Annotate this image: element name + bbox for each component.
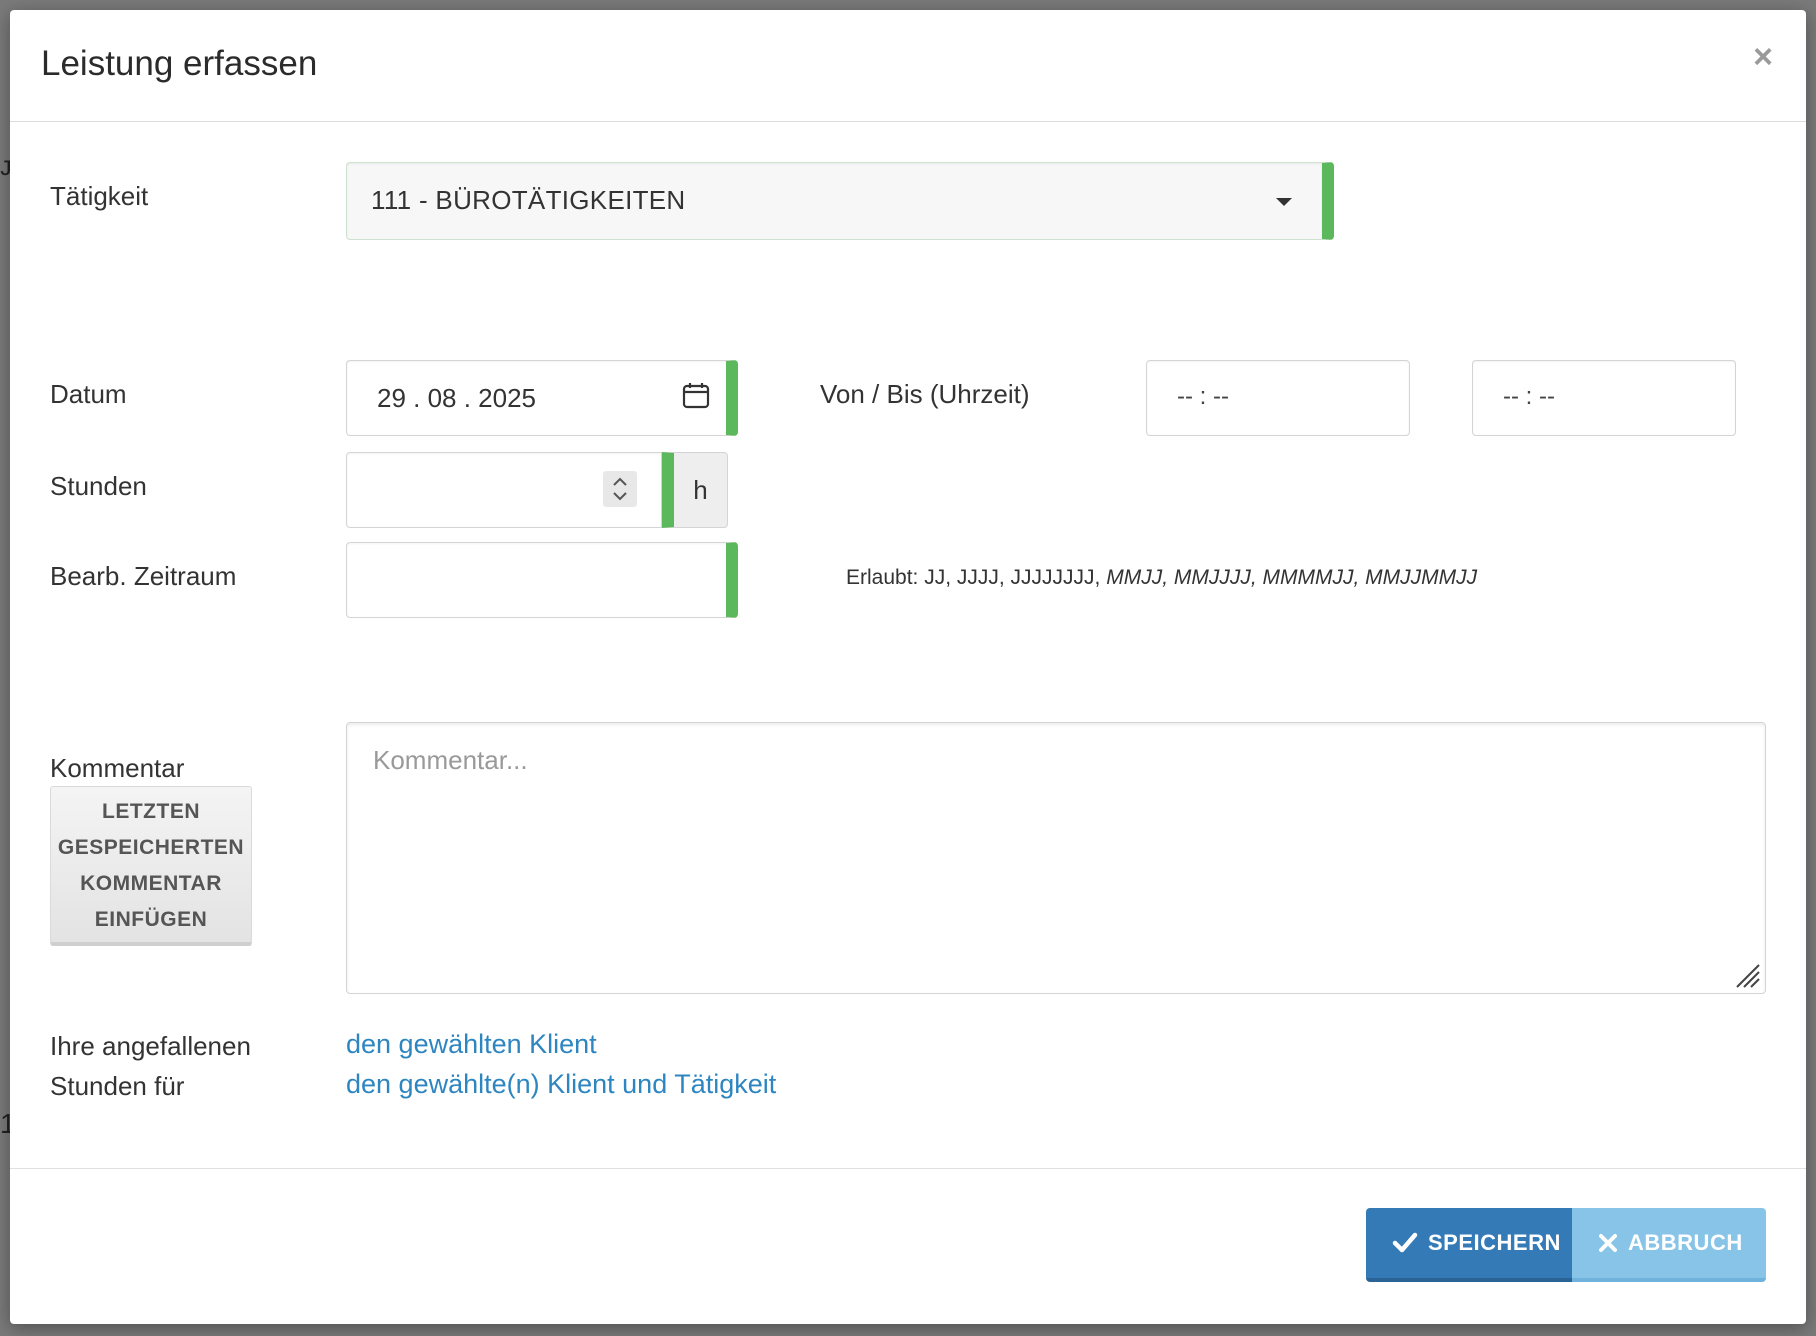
close-button[interactable]: × [1746,40,1780,74]
link-client-activity-hours[interactable]: den gewählte(n) Klient und Tätigkeit [346,1069,776,1100]
insert-last-comment-button[interactable]: LETZTEN GESPEICHERTEN KOMMENTAR EINFÜGEN [50,786,252,946]
resize-grip-icon[interactable] [1735,963,1761,989]
insert-button-line: LETZTEN [102,800,200,823]
hours-label-line1: Ihre angefallenen [50,1031,251,1061]
kommentar-label: Kommentar [50,753,185,783]
von-time-value: -- : -- [1177,383,1229,410]
insert-button-line: GESPEICHERTEN [57,836,245,859]
cancel-button[interactable]: ABBRUCH [1572,1208,1766,1282]
cancel-label: ABBRUCH [1628,1230,1743,1255]
bis-time-value: -- : -- [1503,383,1555,410]
hours-label-line2: Stunden für [50,1071,185,1101]
modal-title: Leistung erfassen [41,44,318,83]
save-label: SPEICHERN [1428,1230,1561,1255]
stunden-label: Stunden [50,471,147,501]
footer-divider [10,1168,1806,1169]
leistung-modal: Leistung erfassen × Tätigkeit 111 - BÜRO… [10,10,1806,1324]
kommentar-textarea[interactable]: Kommentar... [346,722,1766,994]
zeitraum-hint: Erlaubt: JJ, JJJJ, JJJJJJJJ, MMJJ, MMJJJ… [846,566,1477,590]
von-bis-label: Von / Bis (Uhrzeit) [820,379,1030,409]
save-button[interactable]: SPEICHERN [1366,1208,1572,1282]
insert-button-line: KOMMENTAR [80,872,222,895]
modal-header: Leistung erfassen × [10,10,1806,122]
taetigkeit-label: Tätigkeit [50,181,149,211]
zeitraum-input[interactable] [346,542,738,618]
stunden-unit-addon: h [662,452,728,528]
taetigkeit-selected-value: 111 - BÜROTÄTIGKEITEN [371,185,686,215]
calendar-icon[interactable] [682,381,710,409]
datum-input[interactable]: 29 . 08 . 2025 [346,360,738,436]
insert-button-line: EINFÜGEN [94,908,208,931]
x-icon [1599,1234,1617,1252]
stunden-input[interactable] [346,452,662,528]
datum-label: Datum [50,379,127,409]
check-icon [1392,1232,1418,1253]
datum-value: 29 . 08 . 2025 [377,383,537,413]
spinner-icon[interactable] [603,471,637,507]
zeitraum-label: Bearb. Zeitraum [50,561,237,591]
link-client-hours[interactable]: den gewählten Klient [346,1029,597,1060]
zeitraum-hint-prefix: Erlaubt: JJ, JJJJ, JJJJJJJJ, [846,566,1101,589]
taetigkeit-select[interactable]: 111 - BÜROTÄTIGKEITEN [346,162,1334,240]
kommentar-placeholder: Kommentar... [373,745,528,775]
zeitraum-hint-italic: MMJJ, MMJJJJ, MMMMJJ, MMJJMMJJ [1106,566,1478,589]
chevron-down-icon [1276,198,1292,206]
bis-time-input[interactable]: -- : -- [1472,360,1736,436]
von-time-input[interactable]: -- : -- [1146,360,1410,436]
